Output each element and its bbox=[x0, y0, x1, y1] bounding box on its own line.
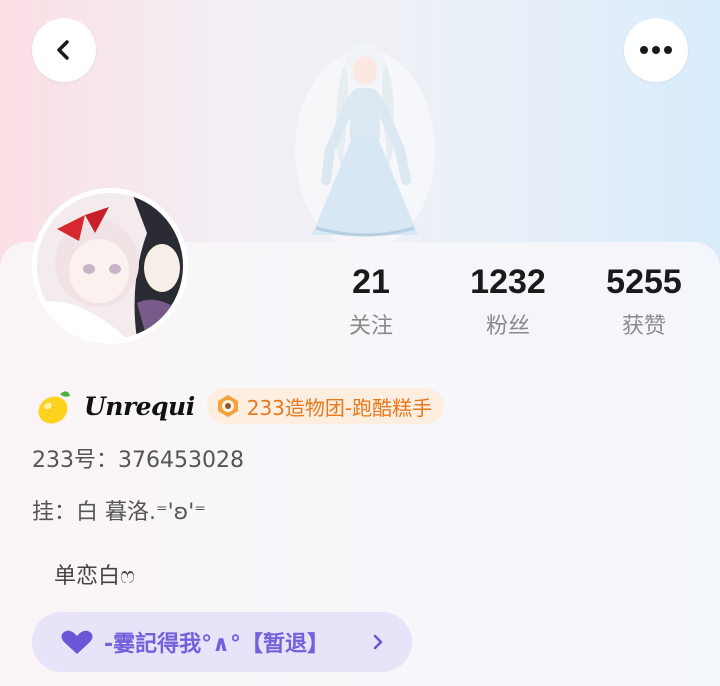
followers-count: 1232 bbox=[470, 263, 546, 301]
avatar[interactable] bbox=[32, 188, 188, 344]
stat-likes[interactable]: 5255 获赞 bbox=[579, 262, 709, 342]
more-button[interactable] bbox=[624, 18, 688, 82]
stat-followers[interactable]: 1232 粉丝 bbox=[443, 262, 573, 342]
followers-label: 粉丝 bbox=[485, 314, 530, 339]
account-id: 233号：376453028 bbox=[32, 448, 244, 473]
back-button[interactable] bbox=[32, 18, 96, 82]
bio-text: 单恋白ෆ bbox=[54, 564, 135, 589]
team-tag[interactable]: 233造物团-跑酷糕手 bbox=[206, 388, 445, 424]
hang-info: 挂：白 暮洛.⁼'ʚ'⁼ bbox=[32, 500, 206, 525]
heart-icon bbox=[61, 630, 93, 654]
name-row: Unrequi 233造物团-跑酷糕手 bbox=[34, 384, 445, 428]
group-label: -霎記得我°∧°【暂退】 bbox=[104, 632, 329, 657]
following-label: 关注 bbox=[348, 314, 393, 339]
more-dots-icon bbox=[640, 46, 672, 54]
likes-count: 5255 bbox=[606, 263, 682, 301]
avatar-image bbox=[37, 193, 183, 339]
chevron-left-icon bbox=[57, 40, 69, 60]
following-count: 21 bbox=[352, 263, 390, 301]
team-tag-label: 233造物团-跑酷糕手 bbox=[246, 395, 433, 420]
stat-following[interactable]: 21 关注 bbox=[306, 262, 436, 342]
group-entry-button[interactable]: -霎記得我°∧°【暂退】 bbox=[32, 612, 412, 672]
likes-label: 获赞 bbox=[621, 314, 666, 339]
lemon-icon bbox=[38, 391, 70, 424]
display-name: Unrequi bbox=[84, 391, 195, 421]
chevron-right-icon bbox=[373, 634, 383, 650]
character-figure bbox=[295, 42, 435, 250]
team-badge-icon bbox=[217, 395, 238, 417]
avatar-character-model[interactable] bbox=[290, 30, 440, 250]
